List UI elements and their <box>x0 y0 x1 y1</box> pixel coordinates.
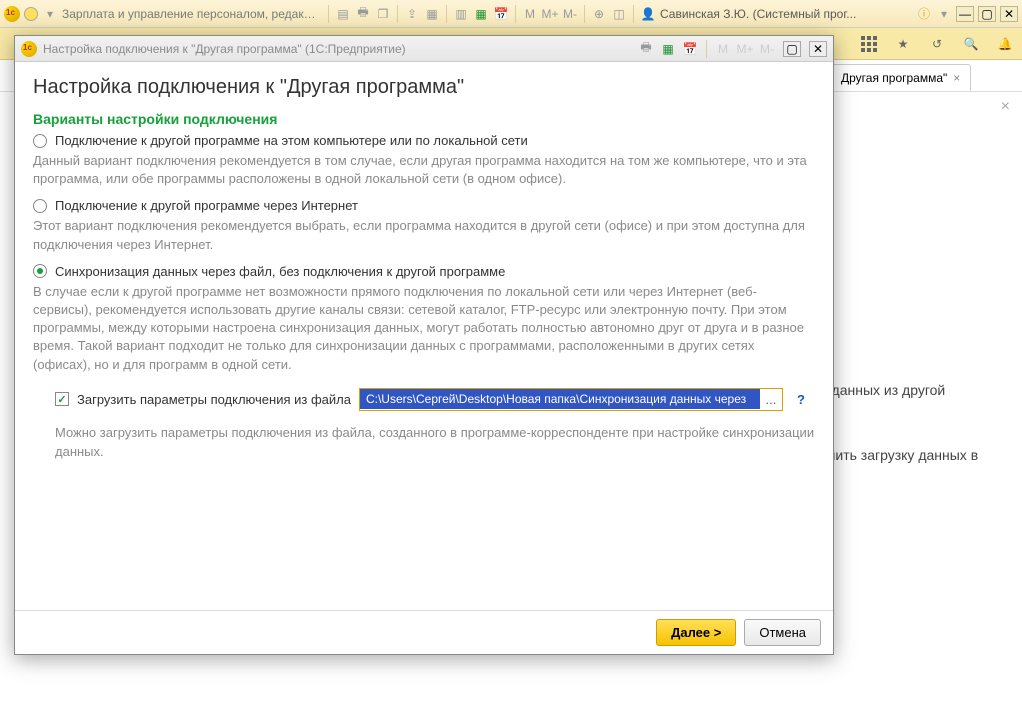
option-file-desc: В случае если к другой программе нет воз… <box>33 283 815 374</box>
print-preview-icon[interactable]: ▤ <box>335 6 351 22</box>
dialog-maximize-button[interactable]: ▢ <box>783 41 801 57</box>
separator <box>584 5 585 23</box>
load-params-note: Можно загрузить параметры подключения из… <box>55 423 815 462</box>
history-icon[interactable]: ↺ <box>928 35 946 53</box>
dialog-logo-icon <box>21 41 37 57</box>
dialog-title: Настройка подключения к "Другая программ… <box>43 42 632 56</box>
next-button[interactable]: Далее > <box>656 619 736 646</box>
options-section-title: Варианты настройки подключения <box>33 111 815 127</box>
list-icon[interactable]: ▦ <box>424 6 440 22</box>
dialog-footer: Далее > Отмена <box>15 610 833 654</box>
m-plus-label[interactable]: M+ <box>542 6 558 22</box>
option-local-label[interactable]: Подключение к другой программе на этом к… <box>55 133 528 148</box>
copy-icon[interactable]: ❐ <box>375 6 391 22</box>
radio-local[interactable] <box>33 134 47 148</box>
option-local-desc: Данный вариант подключения рекомендуется… <box>33 152 815 188</box>
apps-icon[interactable] <box>860 35 878 53</box>
app-header: ▾ Зарплата и управление персоналом, реда… <box>0 0 1022 28</box>
theme-circle-icon[interactable] <box>24 7 38 21</box>
m-label[interactable]: M <box>522 6 538 22</box>
load-params-checkbox[interactable] <box>55 392 69 406</box>
tab-active[interactable]: Другая программа" × <box>830 64 971 91</box>
info-icon[interactable]: ⓘ <box>916 6 932 22</box>
calc-icon[interactable]: ▥ <box>453 6 469 22</box>
app-title: Зарплата и управление персоналом, редакц… <box>62 7 322 21</box>
option-internet-row[interactable]: Подключение к другой программе через Инт… <box>33 198 815 213</box>
star-icon[interactable]: ★ <box>894 35 912 53</box>
separator <box>633 5 634 23</box>
separator <box>328 5 329 23</box>
dialog-body: Настройка подключения к "Другая программ… <box>15 62 833 610</box>
tab-close-icon[interactable]: × <box>953 71 960 85</box>
calendar-icon[interactable]: ▦ <box>473 6 489 22</box>
separator <box>446 5 447 23</box>
file-path-value[interactable]: C:\Users\Сергей\Desktop\Новая папка\Синх… <box>360 389 760 409</box>
connection-settings-dialog: Настройка подключения к "Другая программ… <box>14 35 834 655</box>
dropdown-icon[interactable]: ▾ <box>42 6 58 22</box>
m-label[interactable]: M <box>715 41 731 57</box>
dialog-date-icon[interactable]: 📅 <box>682 41 698 57</box>
radio-file[interactable] <box>33 264 47 278</box>
main-close-icon[interactable]: × <box>1001 98 1010 116</box>
user-icon: 👤 <box>640 6 656 22</box>
bg-text-fragment: олнить загрузку данных в <box>812 447 978 463</box>
radio-internet[interactable] <box>33 199 47 213</box>
tab-label: Другая программа" <box>841 71 947 85</box>
print-icon[interactable]: 🖶 <box>355 6 371 22</box>
option-internet-desc: Этот вариант подключения рекомендуется в… <box>33 217 815 253</box>
option-internet-label[interactable]: Подключение к другой программе через Инт… <box>55 198 358 213</box>
dialog-calendar-icon[interactable]: ▦ <box>660 41 676 57</box>
user-label: Савинская З.Ю. (Системный прог... <box>660 7 856 21</box>
dialog-close-button[interactable]: ✕ <box>809 41 827 57</box>
option-file-label[interactable]: Синхронизация данных через файл, без под… <box>55 264 505 279</box>
close-button[interactable]: ✕ <box>1000 6 1018 22</box>
load-params-row: Загрузить параметры подключения из файла… <box>55 388 815 411</box>
panes-icon[interactable]: ◫ <box>611 6 627 22</box>
minimize-button[interactable]: — <box>956 6 974 22</box>
separator <box>706 40 707 58</box>
help-icon[interactable]: ? <box>797 392 805 407</box>
load-params-label[interactable]: Загрузить параметры подключения из файла <box>77 392 351 407</box>
m-minus-label[interactable]: M- <box>562 6 578 22</box>
file-path-field[interactable]: C:\Users\Сергей\Desktop\Новая папка\Синх… <box>359 388 783 411</box>
option-file-row[interactable]: Синхронизация данных через файл, без под… <box>33 264 815 279</box>
cancel-button[interactable]: Отмена <box>744 619 821 646</box>
app-logo-icon <box>4 6 20 22</box>
dialog-heading: Настройка подключения к "Другая программ… <box>33 76 815 99</box>
zoom-icon[interactable]: ⊕ <box>591 6 607 22</box>
browse-button[interactable]: ... <box>760 389 782 410</box>
m-plus-label[interactable]: M+ <box>737 41 753 57</box>
date-icon[interactable]: 📅 <box>493 6 509 22</box>
maximize-button[interactable]: ▢ <box>978 6 996 22</box>
export-icon[interactable]: ⇪ <box>404 6 420 22</box>
dialog-titlebar: Настройка подключения к "Другая программ… <box>15 36 833 62</box>
separator <box>515 5 516 23</box>
info-dropdown-icon[interactable]: ▾ <box>936 6 952 22</box>
bell-icon[interactable]: 🔔 <box>996 35 1014 53</box>
search-icon[interactable]: 🔍 <box>962 35 980 53</box>
option-local-row[interactable]: Подключение к другой программе на этом к… <box>33 133 815 148</box>
separator <box>397 5 398 23</box>
m-minus-label[interactable]: M- <box>759 41 775 57</box>
dialog-print-icon[interactable]: 🖶 <box>638 41 654 57</box>
